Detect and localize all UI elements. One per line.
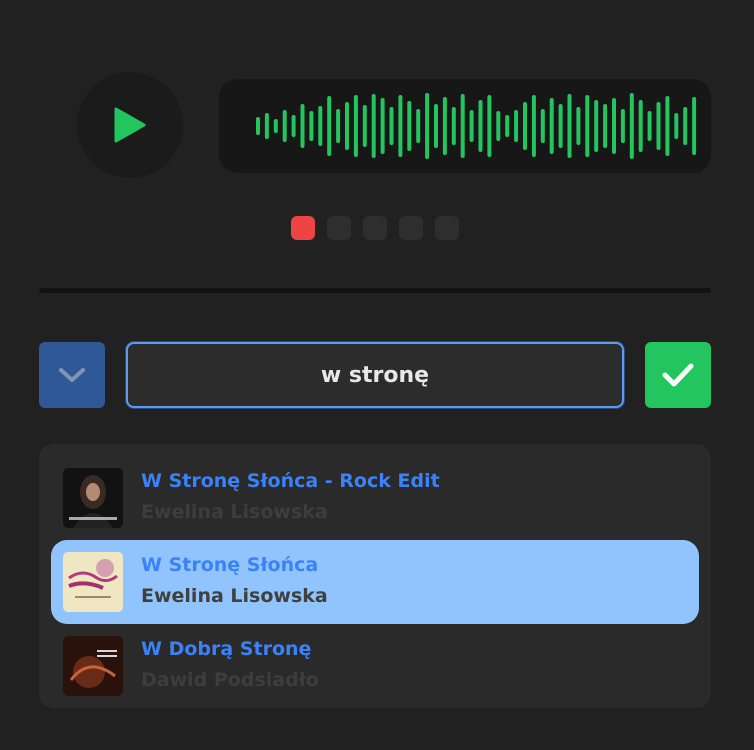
attempt-dot [291, 216, 315, 240]
attempt-dot [435, 216, 459, 240]
play-button[interactable] [77, 72, 183, 178]
album-cover [63, 552, 123, 612]
result-artist: Ewelina Lisowska [141, 585, 328, 607]
result-artist: Dawid Podsiadło [141, 669, 319, 691]
album-cover [63, 468, 123, 528]
check-icon [662, 363, 694, 387]
attempt-indicators [291, 216, 459, 240]
divider [39, 288, 711, 293]
search-results: W Stronę Słońca - Rock Edit Ewelina Liso… [39, 444, 711, 708]
waveform-icon [256, 93, 697, 159]
album-cover [63, 636, 123, 696]
attempt-dot [363, 216, 387, 240]
result-item-selected[interactable]: W Stronę Słońca Ewelina Lisowska [51, 540, 699, 624]
result-item[interactable]: W Stronę Słońca - Rock Edit Ewelina Liso… [51, 456, 699, 540]
result-artist: Ewelina Lisowska [141, 501, 328, 523]
expand-button[interactable] [39, 342, 105, 408]
play-icon [114, 107, 146, 143]
search-input[interactable] [126, 342, 624, 408]
result-title: W Dobrą Stronę [141, 638, 312, 660]
attempt-dot [399, 216, 423, 240]
attempt-dot [327, 216, 351, 240]
result-item[interactable]: W Dobrą Stronę Dawid Podsiadło [51, 624, 699, 708]
result-title: W Stronę Słońca - Rock Edit [141, 470, 440, 492]
submit-button[interactable] [645, 342, 711, 408]
chevron-down-icon [59, 368, 85, 382]
result-title: W Stronę Słońca [141, 554, 319, 576]
waveform-panel[interactable] [219, 79, 711, 173]
